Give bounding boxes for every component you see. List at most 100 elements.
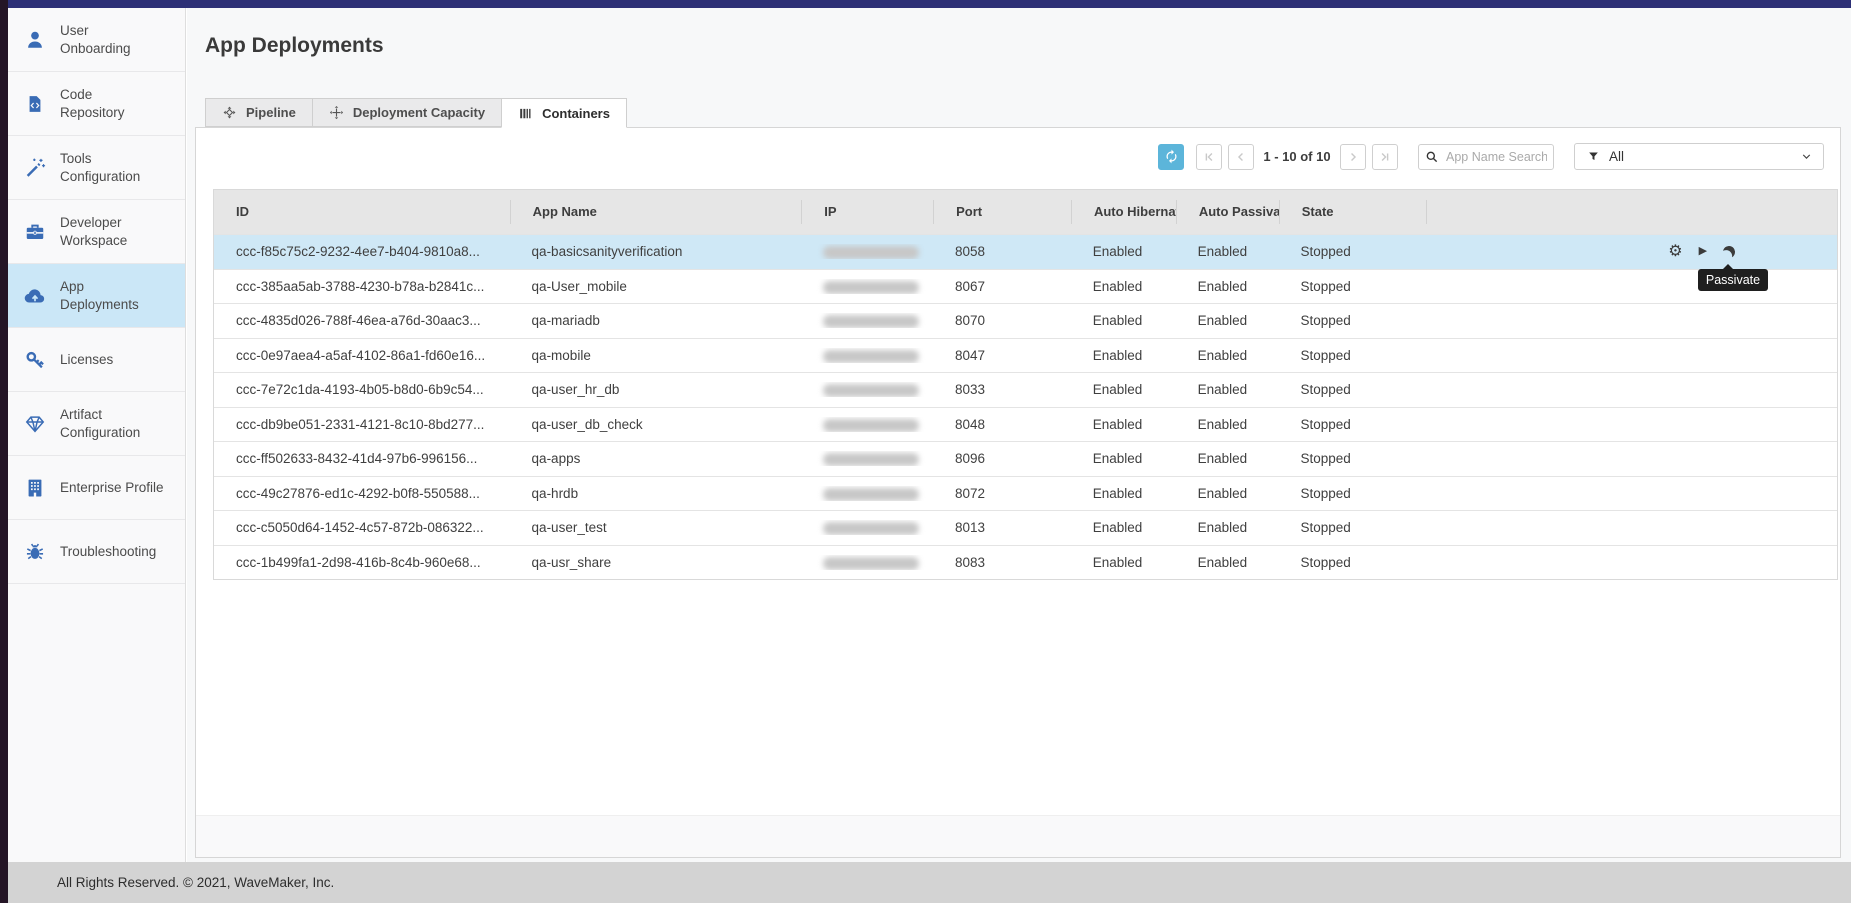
start-icon[interactable]: ▶ xyxy=(1699,246,1707,257)
tab-label: Pipeline xyxy=(246,105,296,120)
tab-deployment-capacity[interactable]: Deployment Capacity xyxy=(312,98,502,127)
sidebar-item-artifact-configuration[interactable]: Artifact Configuration xyxy=(8,392,185,456)
cell-auto-passivation: Enabled xyxy=(1176,555,1279,570)
cell-state: Stopped xyxy=(1278,279,1425,294)
sidebar-item-label: App Deployments xyxy=(60,278,139,313)
table-body: ccc-f85c75c2-9232-4ee7-b404-9810a8...qa-… xyxy=(214,234,1837,579)
sidebar-item-tools-configuration[interactable]: Tools Configuration xyxy=(8,136,185,200)
cell-app-name: qa-user_test xyxy=(510,520,802,535)
cell-auto-hibernation: Enabled xyxy=(1071,417,1176,432)
passivate-icon[interactable] xyxy=(1722,244,1737,259)
cell-app-name: qa-User_mobile xyxy=(510,279,802,294)
cell-state: Stopped xyxy=(1278,520,1425,535)
redacted-ip-blur xyxy=(823,419,919,432)
window-left-strip xyxy=(0,0,8,903)
cloud-upload-icon xyxy=(23,284,47,308)
table-row[interactable]: ccc-0e97aea4-a5af-4102-86a1-fd60e16...qa… xyxy=(214,338,1837,373)
containers-icon xyxy=(518,106,533,121)
next-page-button[interactable] xyxy=(1340,144,1366,170)
cell-app-name: qa-user_hr_db xyxy=(510,382,802,397)
column-header-port[interactable]: Port xyxy=(933,200,1071,224)
sidebar-item-licenses[interactable]: Licenses xyxy=(8,328,185,392)
tab-bar: Pipeline Deployment Capacity Containers xyxy=(205,98,627,128)
column-header-ip[interactable]: IP xyxy=(801,200,933,224)
previous-page-button[interactable] xyxy=(1228,144,1254,170)
column-header-state[interactable]: State xyxy=(1279,200,1426,224)
cell-auto-passivation: Enabled xyxy=(1176,417,1279,432)
tab-containers[interactable]: Containers xyxy=(501,98,627,128)
cell-ip-redacted xyxy=(801,486,933,501)
page-title: App Deployments xyxy=(205,34,384,58)
copyright-text: All Rights Reserved. © 2021, WaveMaker, … xyxy=(57,875,334,890)
redacted-ip-blur xyxy=(823,315,919,328)
cell-auto-hibernation: Enabled xyxy=(1071,279,1176,294)
sidebar-item-developer-workspace[interactable]: Developer Workspace xyxy=(8,200,185,264)
cell-ip-redacted xyxy=(801,313,933,328)
column-header-app-name[interactable]: App Name xyxy=(510,200,802,224)
column-header-id[interactable]: ID xyxy=(214,200,510,224)
table-row[interactable]: ccc-1b499fa1-2d98-416b-8c4b-960e68...qa-… xyxy=(214,545,1837,580)
sidebar-item-troubleshooting[interactable]: Troubleshooting xyxy=(8,520,185,584)
pipeline-icon xyxy=(222,105,237,120)
app-name-search xyxy=(1418,144,1554,170)
sidebar-item-label: Artifact Configuration xyxy=(60,406,140,441)
briefcase-icon xyxy=(23,220,47,244)
cell-auto-passivation: Enabled xyxy=(1176,382,1279,397)
sidebar-item-user-onboarding[interactable]: User Onboarding xyxy=(8,8,185,72)
sidebar-item-enterprise-profile[interactable]: Enterprise Profile xyxy=(8,456,185,520)
tab-label: Containers xyxy=(542,106,610,121)
cell-state: Stopped xyxy=(1278,382,1425,397)
cell-state: Stopped xyxy=(1278,486,1425,501)
table-toolbar: 1 - 10 of 10 All xyxy=(1158,143,1824,170)
cell-port: 8048 xyxy=(933,417,1071,432)
redacted-ip-blur xyxy=(823,557,919,570)
column-header-auto-passivation[interactable]: Auto Passivation xyxy=(1176,200,1279,224)
filter-icon xyxy=(1587,150,1600,163)
table-row[interactable]: ccc-f85c75c2-9232-4ee7-b404-9810a8...qa-… xyxy=(214,234,1837,269)
panel-footer-strip xyxy=(196,815,1840,857)
cell-port: 8058 xyxy=(933,244,1071,259)
search-icon xyxy=(1425,150,1439,164)
settings-icon[interactable]: ⚙ xyxy=(1668,244,1682,260)
cell-id: ccc-1b499fa1-2d98-416b-8c4b-960e68... xyxy=(214,555,510,570)
cell-state: Stopped xyxy=(1278,313,1425,328)
cell-auto-hibernation: Enabled xyxy=(1071,244,1176,259)
cell-auto-passivation: Enabled xyxy=(1176,313,1279,328)
cell-auto-passivation: Enabled xyxy=(1176,279,1279,294)
containers-panel: 1 - 10 of 10 All xyxy=(195,127,1841,858)
cell-port: 8013 xyxy=(933,520,1071,535)
table-row[interactable]: ccc-4835d026-788f-46ea-a76d-30aac3...qa-… xyxy=(214,303,1837,338)
table-row[interactable]: ccc-385aa5ab-3788-4230-b78a-b2841c...qa-… xyxy=(214,269,1837,304)
redacted-ip-blur xyxy=(823,488,919,501)
first-page-button[interactable] xyxy=(1196,144,1222,170)
table-row[interactable]: ccc-c5050d64-1452-4c57-872b-086322...qa-… xyxy=(214,510,1837,545)
cell-state: Stopped xyxy=(1278,555,1425,570)
tab-pipeline[interactable]: Pipeline xyxy=(205,98,313,127)
cell-id: ccc-ff502633-8432-41d4-97b6-996156... xyxy=(214,451,510,466)
sidebar-item-app-deployments[interactable]: App Deployments xyxy=(8,264,185,328)
sidebar-item-code-repository[interactable]: Code Repository xyxy=(8,72,185,136)
diamond-icon xyxy=(23,412,47,436)
cell-app-name: qa-usr_share xyxy=(510,555,802,570)
table-row[interactable]: ccc-db9be051-2331-4121-8c10-8bd277...qa-… xyxy=(214,407,1837,442)
pagination-label: 1 - 10 of 10 xyxy=(1260,149,1334,164)
footer-bar: All Rights Reserved. © 2021, WaveMaker, … xyxy=(0,862,1851,903)
cell-ip-redacted xyxy=(801,244,933,259)
table-row[interactable]: ccc-ff502633-8432-41d4-97b6-996156...qa-… xyxy=(214,441,1837,476)
cell-state: Stopped xyxy=(1278,417,1425,432)
cell-id: ccc-385aa5ab-3788-4230-b78a-b2841c... xyxy=(214,279,510,294)
tab-label: Deployment Capacity xyxy=(353,105,485,120)
table-header-row: ID App Name IP Port Auto Hibernation Aut… xyxy=(214,190,1837,234)
containers-table: ID App Name IP Port Auto Hibernation Aut… xyxy=(213,189,1838,580)
cell-state: Stopped xyxy=(1278,244,1425,259)
user-icon xyxy=(23,28,47,52)
column-header-auto-hibernation[interactable]: Auto Hibernation xyxy=(1071,200,1176,224)
refresh-button[interactable] xyxy=(1158,144,1184,170)
table-row[interactable]: ccc-49c27876-ed1c-4292-b0f8-550588...qa-… xyxy=(214,476,1837,511)
sidebar-item-label: Tools Configuration xyxy=(60,150,140,185)
state-filter-dropdown[interactable]: All xyxy=(1574,143,1824,170)
cell-auto-hibernation: Enabled xyxy=(1071,451,1176,466)
last-page-button[interactable] xyxy=(1372,144,1398,170)
filter-value: All xyxy=(1609,149,1624,164)
table-row[interactable]: ccc-7e72c1da-4193-4b05-b8d0-6b9c54...qa-… xyxy=(214,372,1837,407)
